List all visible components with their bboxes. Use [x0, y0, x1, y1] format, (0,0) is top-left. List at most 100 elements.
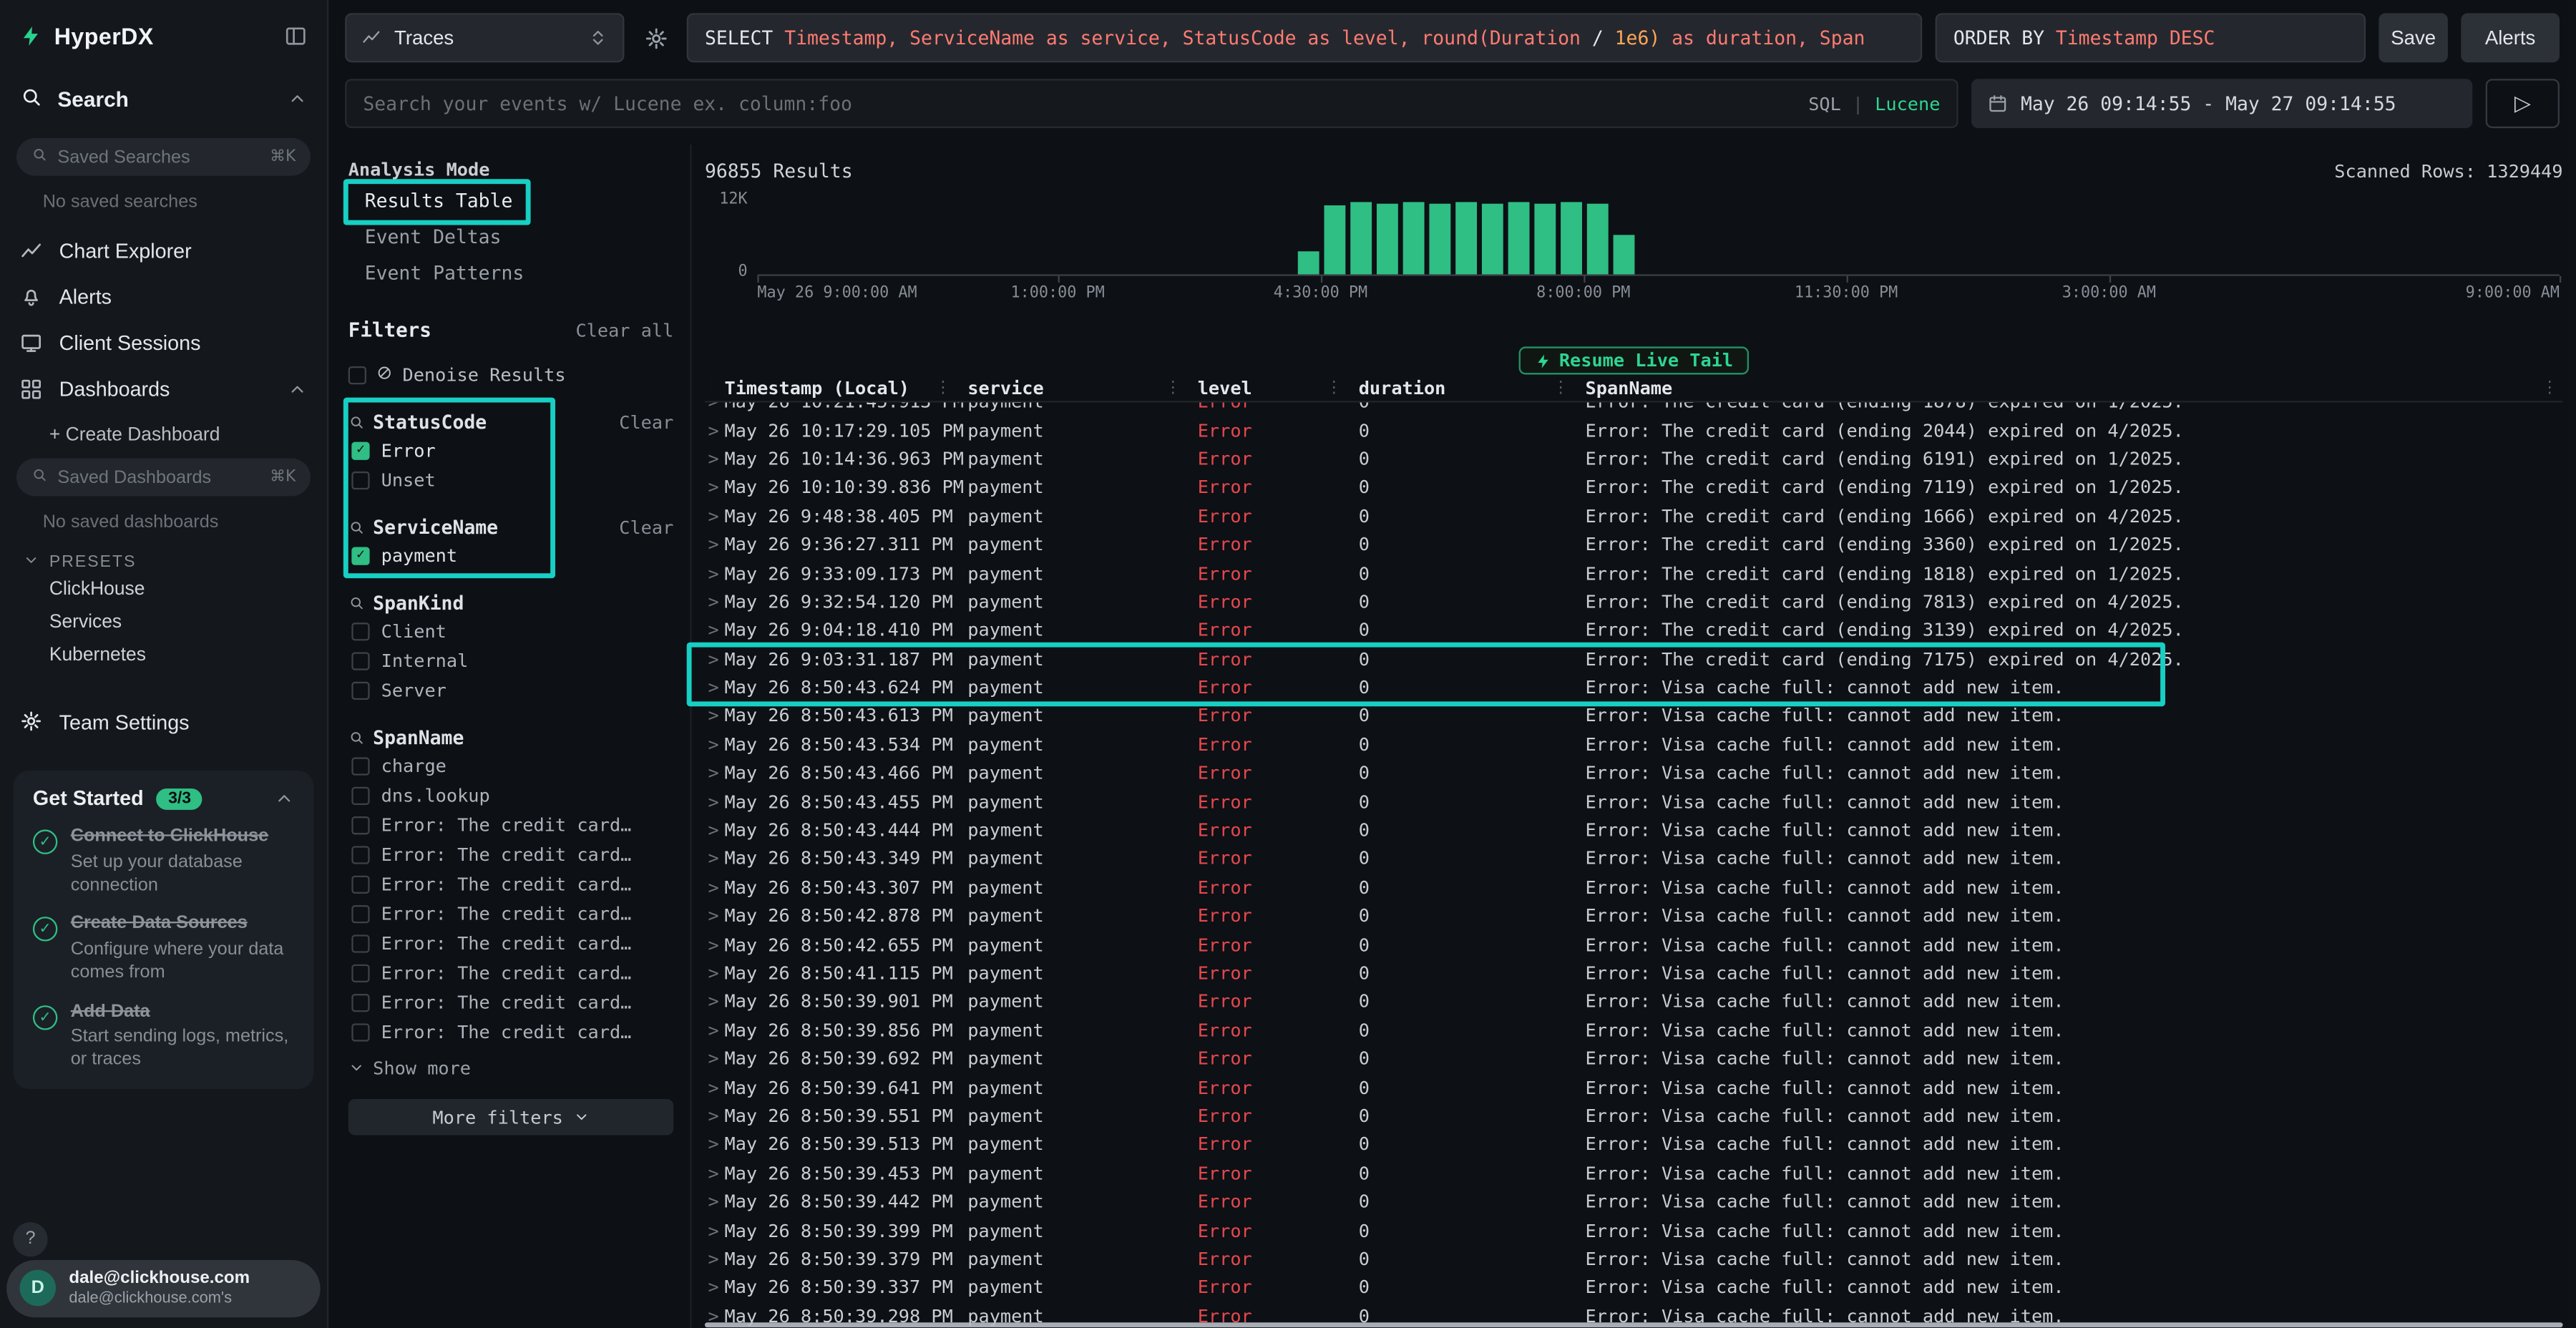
filter-option[interactable]: Error: The credit card …: [348, 928, 674, 957]
row-expander[interactable]: >: [705, 962, 725, 984]
row-expander[interactable]: >: [705, 1134, 725, 1156]
sidebar-item-alerts[interactable]: Alerts: [0, 274, 327, 320]
row-expander[interactable]: >: [705, 591, 725, 612]
create-dashboard-link[interactable]: + Create Dashboard: [0, 412, 327, 445]
collapse-sidebar-icon[interactable]: [284, 24, 307, 47]
table-row[interactable]: >May 26 8:50:43.349 PMpaymentError0Error…: [705, 845, 2563, 874]
row-expander[interactable]: >: [705, 763, 725, 784]
table-row[interactable]: >May 26 9:03:31.187 PMpaymentError0Error…: [705, 645, 2563, 673]
team-settings-link[interactable]: Team Settings: [0, 698, 327, 748]
checkbox[interactable]: [351, 816, 369, 834]
column-resize-handle[interactable]: ⋮: [2542, 379, 2558, 397]
checkbox[interactable]: [351, 964, 369, 982]
row-expander[interactable]: >: [705, 1220, 725, 1241]
row-expander[interactable]: >: [705, 420, 725, 441]
row-expander[interactable]: >: [705, 1020, 725, 1041]
filter-clear-link[interactable]: Clear: [619, 411, 673, 433]
table-row[interactable]: >May 26 8:50:39.551 PMpaymentError0Error…: [705, 1102, 2563, 1131]
table-row[interactable]: >May 26 8:50:39.399 PMpaymentError0Error…: [705, 1216, 2563, 1245]
analysis-mode-option[interactable]: Event Deltas: [348, 218, 674, 255]
table-row[interactable]: >May 26 8:50:39.513 PMpaymentError0Error…: [705, 1131, 2563, 1159]
checkbox[interactable]: [351, 471, 369, 489]
run-query-button[interactable]: ▷: [2486, 79, 2560, 128]
checkbox[interactable]: ✓: [351, 546, 369, 564]
table-row[interactable]: >May 26 10:17:29.105 PMpaymentError0Erro…: [705, 416, 2563, 445]
row-expander[interactable]: >: [705, 1105, 725, 1127]
checkbox[interactable]: [351, 875, 369, 893]
table-row[interactable]: >May 26 8:50:43.613 PMpaymentError0Error…: [705, 702, 2563, 731]
column-header-spanname[interactable]: SpanName: [1586, 378, 1673, 399]
filter-group-name[interactable]: StatusCode: [373, 411, 487, 434]
filter-option[interactable]: Client: [348, 616, 674, 645]
order-by-input[interactable]: ORDER BY Timestamp DESC: [1936, 13, 2366, 62]
filter-option[interactable]: charge: [348, 751, 674, 780]
row-expander[interactable]: >: [705, 677, 725, 698]
sidebar-item-clickhouse[interactable]: ClickHouse: [0, 573, 327, 606]
row-expander[interactable]: >: [705, 1191, 725, 1213]
table-row[interactable]: >May 26 9:36:27.311 PMpaymentError0Error…: [705, 530, 2563, 559]
row-expander[interactable]: >: [705, 648, 725, 670]
checkbox[interactable]: [351, 934, 369, 952]
column-resize-handle[interactable]: ⋮: [1553, 379, 1569, 397]
table-row[interactable]: >May 26 8:50:39.901 PMpaymentError0Error…: [705, 987, 2563, 1016]
saved-searches-input[interactable]: Saved Searches ⌘K: [16, 138, 311, 176]
source-settings-gear-icon[interactable]: [638, 13, 674, 62]
table-row[interactable]: >May 26 9:04:18.410 PMpaymentError0Error…: [705, 616, 2563, 645]
denoise-results-checkbox[interactable]: Denoise Results: [348, 360, 674, 389]
row-expander[interactable]: >: [705, 849, 725, 870]
row-expander[interactable]: >: [705, 820, 725, 841]
filter-option[interactable]: Error: The credit card …: [348, 958, 674, 987]
table-row[interactable]: >May 26 8:50:39.856 PMpaymentError0Error…: [705, 1016, 2563, 1045]
row-expander[interactable]: >: [705, 449, 725, 470]
table-row[interactable]: >May 26 8:50:39.337 PMpaymentError0Error…: [705, 1274, 2563, 1302]
row-expander[interactable]: >: [705, 791, 725, 813]
get-started-item[interactable]: ✓ Connect to ClickHouse Set up your data…: [33, 826, 294, 897]
table-row[interactable]: >May 26 8:50:43.455 PMpaymentError0Error…: [705, 788, 2563, 816]
filter-group-name[interactable]: SpanName: [373, 726, 464, 749]
filter-option[interactable]: Error: The credit card …: [348, 810, 674, 839]
chevron-up-icon[interactable]: [274, 788, 294, 809]
alerts-button[interactable]: Alerts: [2461, 13, 2560, 62]
row-expander[interactable]: >: [705, 1249, 725, 1270]
more-filters-button[interactable]: More filters: [348, 1099, 674, 1136]
presets-toggle[interactable]: PRESETS: [0, 532, 327, 573]
table-row[interactable]: >May 26 8:50:39.379 PMpaymentError0Error…: [705, 1245, 2563, 1274]
resume-live-tail-button[interactable]: Resume Live Tail: [1518, 346, 1750, 374]
table-row[interactable]: >May 26 8:50:43.466 PMpaymentError0Error…: [705, 759, 2563, 788]
language-sql-toggle[interactable]: SQL: [1808, 93, 1841, 114]
checkbox[interactable]: [351, 681, 369, 699]
help-button[interactable]: ?: [13, 1221, 47, 1256]
get-started-item[interactable]: ✓ Create Data Sources Configure where yo…: [33, 914, 294, 985]
table-row[interactable]: >May 26 8:50:43.624 PMpaymentError0Error…: [705, 673, 2563, 702]
row-expander[interactable]: >: [705, 1277, 725, 1299]
table-row[interactable]: >May 26 9:33:09.173 PMpaymentError0Error…: [705, 559, 2563, 587]
filter-option[interactable]: Internal: [348, 645, 674, 675]
checkbox[interactable]: [351, 786, 369, 804]
row-expander[interactable]: >: [705, 477, 725, 499]
row-expander[interactable]: >: [705, 877, 725, 899]
table-row[interactable]: >May 26 8:50:43.534 PMpaymentError0Error…: [705, 731, 2563, 759]
row-expander[interactable]: >: [705, 1048, 725, 1070]
column-header-service[interactable]: service: [967, 378, 1043, 399]
row-expander[interactable]: >: [705, 534, 725, 555]
filter-group-name[interactable]: SpanKind: [373, 592, 464, 615]
clear-all-link[interactable]: Clear all: [575, 320, 673, 341]
checkbox[interactable]: [351, 845, 369, 863]
table-row[interactable]: >May 26 10:14:36.963 PMpaymentError0Erro…: [705, 445, 2563, 474]
row-expander[interactable]: >: [705, 734, 725, 756]
checkbox[interactable]: [351, 904, 369, 922]
show-more-link[interactable]: Show more: [348, 1056, 674, 1079]
get-started-item[interactable]: ✓ Add Data Start sending logs, metrics, …: [33, 1001, 294, 1072]
filter-option[interactable]: Error: The credit card …: [348, 839, 674, 869]
sidebar-item-client-sessions[interactable]: Client Sessions: [0, 321, 327, 366]
user-menu[interactable]: D dale@clickhouse.com dale@clickhouse.co…: [6, 1259, 321, 1317]
date-range-picker[interactable]: May 26 09:14:55 - May 27 09:14:55: [1971, 79, 2472, 128]
column-resize-handle[interactable]: ⋮: [935, 379, 951, 397]
row-expander[interactable]: >: [705, 562, 725, 584]
checkbox[interactable]: [351, 622, 369, 640]
column-resize-handle[interactable]: ⋮: [1326, 379, 1342, 397]
row-expander[interactable]: >: [705, 706, 725, 727]
table-row[interactable]: >May 26 8:50:42.878 PMpaymentError0Error…: [705, 902, 2563, 931]
filter-clear-link[interactable]: Clear: [619, 517, 673, 538]
filter-group-name[interactable]: ServiceName: [373, 516, 498, 539]
